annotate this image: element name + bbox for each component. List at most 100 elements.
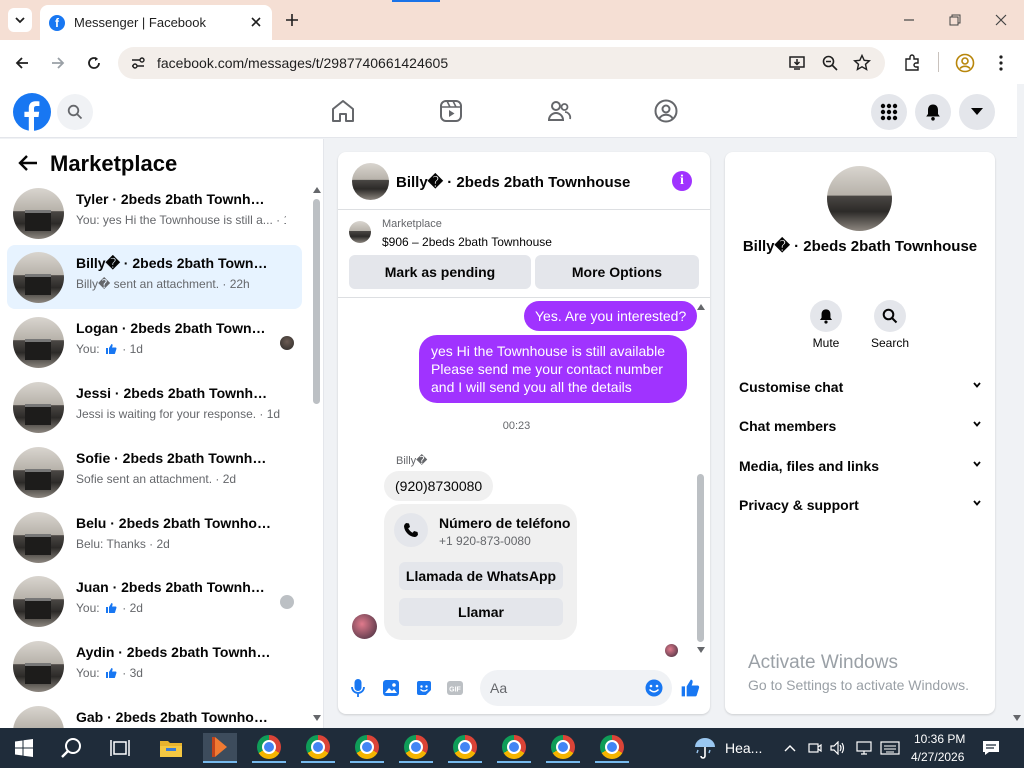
listing-thumbnail: [13, 447, 64, 498]
listing-price[interactable]: $906 – 2beds 2bath Townhouse: [382, 235, 552, 249]
scroll-up-arrow-icon[interactable]: [313, 187, 321, 193]
conversation-item[interactable]: Juan · 2beds 2bath Townhouse You: · 2d: [7, 569, 302, 633]
conversation-preview: Jessi is waiting for your response. · 1d: [76, 407, 281, 421]
search-in-chat-button[interactable]: [874, 300, 906, 332]
conversation-item[interactable]: Gab · 2beds 2bath Townhouse: [7, 699, 302, 729]
taskbar-chrome-5[interactable]: [448, 733, 482, 763]
customise-chat-row[interactable]: Customise chat: [739, 379, 981, 399]
close-tab-icon[interactable]: [251, 17, 261, 27]
url-text[interactable]: facebook.com/messages/t/2987740661424605: [157, 55, 448, 71]
emoji-icon[interactable]: [645, 679, 663, 697]
conversation-preview: Belu: Thanks · 2d: [76, 537, 170, 551]
info-icon[interactable]: i: [672, 171, 692, 191]
message-input[interactable]: Aa: [480, 670, 672, 706]
conversation-item-selected[interactable]: Billy� · 2beds 2bath Townhouse Billy� se…: [7, 245, 302, 309]
taskbar-search-icon[interactable]: [61, 737, 83, 759]
photo-icon[interactable]: [382, 679, 400, 697]
chat-list-scrollbar[interactable]: [313, 199, 320, 404]
mute-button[interactable]: [810, 300, 842, 332]
mark-as-pending-button[interactable]: Mark as pending: [349, 255, 531, 289]
scroll-down-arrow-icon[interactable]: [313, 715, 321, 721]
webcam-icon[interactable]: [808, 741, 822, 755]
conversation-scrollbar[interactable]: [697, 474, 704, 642]
microphone-icon[interactable]: [350, 678, 366, 698]
call-button[interactable]: Llamar: [399, 598, 563, 626]
network-icon[interactable]: [856, 741, 872, 755]
friends-icon[interactable]: [546, 98, 572, 124]
back-arrow-icon[interactable]: [18, 154, 38, 172]
weather-umbrella-icon[interactable]: [693, 736, 717, 760]
tab-search-button[interactable]: [8, 8, 32, 32]
listing-large-thumbnail[interactable]: [827, 166, 892, 231]
chat-members-row[interactable]: Chat members: [739, 418, 981, 438]
scroll-down-arrow-icon[interactable]: [1013, 715, 1021, 721]
taskbar-chrome-2[interactable]: [301, 733, 335, 763]
conversation-preview: You: · 2d: [76, 601, 286, 615]
browser-tab-messenger[interactable]: f Messenger | Facebook: [40, 5, 272, 40]
taskbar-chrome-8[interactable]: [595, 733, 629, 763]
weather-text[interactable]: Hea...: [725, 740, 762, 756]
install-app-icon[interactable]: [788, 54, 806, 72]
browser-menu-icon[interactable]: [998, 54, 1004, 72]
scroll-down-arrow-icon[interactable]: [697, 647, 705, 653]
menu-button[interactable]: [871, 94, 907, 130]
bookmark-star-icon[interactable]: [853, 54, 871, 72]
listing-thumbnail: [13, 252, 64, 303]
reload-icon[interactable]: [86, 55, 102, 71]
thumbs-up-send-icon[interactable]: [680, 678, 700, 698]
extensions-icon[interactable]: [903, 54, 921, 72]
scroll-up-arrow-icon[interactable]: [697, 304, 705, 310]
taskbar-chrome-7[interactable]: [546, 733, 580, 763]
home-icon[interactable]: [330, 98, 356, 124]
tray-chevron-up-icon[interactable]: [784, 744, 796, 752]
gaming-icon[interactable]: [653, 98, 679, 124]
new-tab-icon[interactable]: [285, 13, 299, 27]
listing-thumbnail[interactable]: [352, 163, 389, 200]
forward-arrow-icon[interactable]: [50, 55, 66, 71]
file-explorer-icon[interactable]: [160, 739, 182, 757]
conversation-item[interactable]: Sofie · 2beds 2bath Townhouse Sofie sent…: [7, 440, 302, 504]
profile-icon[interactable]: [955, 53, 975, 73]
conversation-title[interactable]: Billy� · 2beds 2bath Townhouse: [396, 173, 630, 191]
conversation-item[interactable]: Jessi · 2beds 2bath Townhouse Jessi is w…: [7, 375, 302, 439]
volume-icon[interactable]: [830, 741, 846, 755]
notifications-center-icon[interactable]: [982, 740, 1000, 756]
conversation-item[interactable]: Tyler · 2beds 2bath Townhouse You: yes H…: [7, 181, 302, 245]
sender-name: Billy�: [396, 455, 428, 467]
window-close-icon[interactable]: [995, 14, 1007, 26]
back-arrow-icon[interactable]: [14, 55, 30, 71]
privacy-support-row[interactable]: Privacy & support: [739, 497, 981, 517]
windows-start-icon[interactable]: [15, 739, 33, 757]
row-label: Media, files and links: [739, 458, 880, 474]
conversation-item[interactable]: Logan · 2beds 2bath Townho... You: · 1d: [7, 310, 302, 374]
notifications-button[interactable]: [915, 94, 951, 130]
conversation-item[interactable]: Belu · 2beds 2bath Townhouse Belu: Thank…: [7, 505, 302, 569]
keyboard-icon[interactable]: [880, 741, 900, 755]
restore-icon[interactable]: [949, 14, 961, 26]
taskbar-app-active[interactable]: [203, 733, 237, 763]
taskbar-chrome-4[interactable]: [399, 733, 433, 763]
account-button[interactable]: [959, 94, 995, 130]
taskbar-chrome-3[interactable]: [350, 733, 384, 763]
clock-date[interactable]: 4/27/2026: [911, 750, 964, 764]
media-files-links-row[interactable]: Media, files and links: [739, 458, 981, 478]
site-info-icon[interactable]: [130, 55, 146, 71]
task-view-icon[interactable]: [110, 739, 130, 757]
facebook-search-button[interactable]: [57, 94, 93, 130]
message-line: yes Hi the Townhouse is still available: [431, 343, 665, 359]
minimize-icon[interactable]: [903, 14, 915, 26]
seen-avatar: [280, 336, 294, 350]
conversation-item[interactable]: Aydin · 2beds 2bath Townhouse You: · 3d: [7, 634, 302, 698]
clock-time[interactable]: 10:36 PM: [914, 732, 965, 746]
taskbar-chrome-6[interactable]: [497, 733, 531, 763]
whatsapp-call-button[interactable]: Llamada de WhatsApp: [399, 562, 563, 590]
facebook-logo-icon[interactable]: [13, 93, 51, 131]
video-icon[interactable]: [438, 98, 464, 124]
taskbar-chrome-1[interactable]: [252, 733, 286, 763]
sender-avatar[interactable]: [352, 614, 377, 639]
incoming-message: (920)8730080: [384, 471, 494, 501]
gif-icon[interactable]: GIF: [446, 679, 464, 697]
zoom-icon[interactable]: [821, 54, 839, 72]
more-options-button[interactable]: More Options: [535, 255, 699, 289]
sticker-icon[interactable]: [415, 679, 433, 697]
